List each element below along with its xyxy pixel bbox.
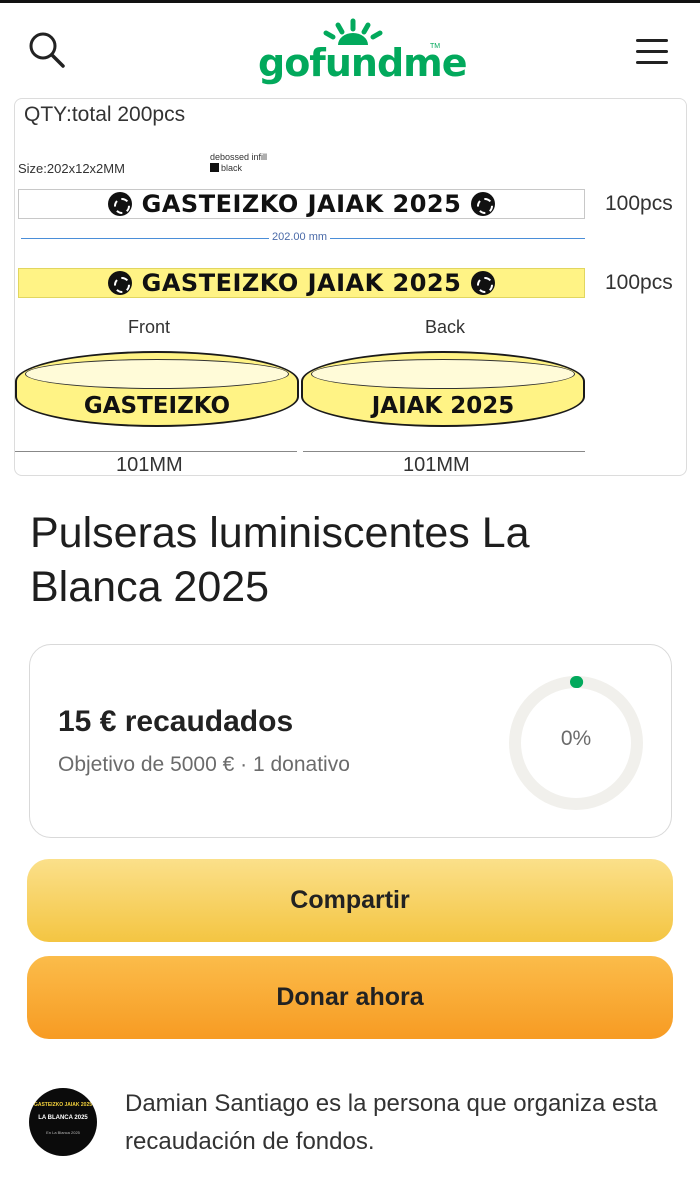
- wristband-yellow-strip: GASTEIZKO JAIAK 2025: [18, 268, 585, 298]
- pcs-label: 100pcs: [605, 192, 673, 215]
- share-button[interactable]: Compartir: [27, 859, 673, 942]
- front-label: Front: [128, 317, 171, 337]
- goal-and-donations: Objetivo de 5000 € · 1 donativo: [58, 753, 350, 776]
- lauburu-icon: [471, 271, 496, 295]
- wristband-front: GASTEIZKO: [15, 351, 299, 427]
- dimension-label: 202.00 mm: [269, 231, 331, 243]
- organizer-section: GASTEIZKO JAIAK 2025 LA BLANCA 2025 En L…: [27, 1085, 677, 1165]
- lauburu-icon: [471, 192, 496, 216]
- wristband-back: JAIAK 2025: [301, 351, 585, 427]
- hamburger-menu-icon: [636, 39, 668, 42]
- progress-percent: 0%: [560, 727, 592, 750]
- campaign-title: Pulseras luminiscentes La Blanca 2025: [30, 509, 530, 611]
- mm-back-label: 101MM: [403, 454, 470, 476]
- infill-label: debossed infill black: [210, 152, 268, 173]
- strap-text: GASTEIZKO JAIAK 2025: [141, 190, 462, 218]
- band-front-text: GASTEIZKO: [83, 393, 231, 419]
- search-icon: [29, 32, 65, 68]
- donation-stats-card: 15 € recaudados Objetivo de 5000 € · 1 d…: [29, 644, 672, 838]
- header: gofundme TM: [0, 3, 700, 95]
- donate-button[interactable]: Donar ahora: [27, 956, 673, 1039]
- lauburu-icon: [107, 192, 132, 216]
- pcs-label: 100pcs: [605, 271, 673, 294]
- lauburu-icon: [107, 271, 132, 295]
- qty-label: QTY:total 200pcs: [24, 103, 186, 126]
- campaign-image[interactable]: QTY:total 200pcs Size:202x12x2MM debosse…: [14, 98, 687, 476]
- back-label: Back: [425, 317, 466, 337]
- avatar[interactable]: GASTEIZKO JAIAK 2025 LA BLANCA 2025 En L…: [29, 1088, 97, 1156]
- band-back-text: JAIAK 2025: [371, 393, 515, 419]
- search-button[interactable]: [26, 29, 70, 73]
- organizer-text: Damian Santiago es la persona que organi…: [125, 1090, 658, 1155]
- gofundme-logo[interactable]: gofundme TM: [258, 17, 468, 87]
- wristband-white-strip: GASTEIZKO JAIAK 2025: [18, 189, 585, 219]
- menu-button[interactable]: [632, 33, 672, 69]
- mm-front-label: 101MM: [116, 454, 183, 476]
- amount-raised: 15 € recaudados: [58, 705, 294, 738]
- size-label: Size:202x12x2MM: [18, 161, 125, 176]
- strap-text: GASTEIZKO JAIAK 2025: [141, 269, 462, 297]
- logo-trademark: TM: [430, 43, 441, 50]
